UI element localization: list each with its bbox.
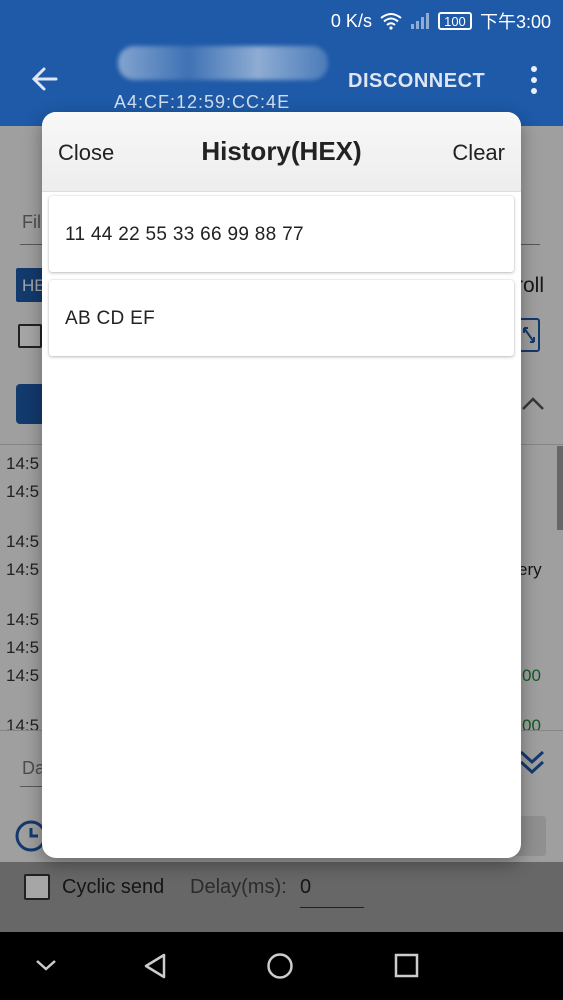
history-item[interactable]: 11 44 22 55 33 66 99 88 77	[49, 196, 514, 272]
history-list: 11 44 22 55 33 66 99 88 77 AB CD EF	[49, 196, 514, 364]
history-item[interactable]: AB CD EF	[49, 280, 514, 356]
more-vert-icon[interactable]	[529, 66, 539, 100]
nav-home-icon[interactable]	[266, 952, 294, 980]
hide-nav-chevron-icon[interactable]	[34, 956, 58, 974]
clear-button[interactable]: Clear	[452, 140, 505, 166]
device-address: A4:CF:12:59:CC:4E	[114, 92, 291, 112]
dialog-header: Close History(HEX) Clear	[42, 112, 521, 192]
history-item-text: AB CD EF	[65, 308, 156, 329]
delay-input[interactable]: 0	[300, 876, 364, 908]
cell-signal-icon	[410, 13, 429, 29]
status-icons: 0 K/s 100 下午3:00	[331, 8, 551, 34]
battery-icon: 100	[437, 12, 472, 30]
device-name-blurred	[118, 46, 328, 80]
nav-back-icon[interactable]	[142, 952, 170, 980]
system-nav-bar	[0, 932, 563, 1000]
history-dialog: Close History(HEX) Clear 11 44 22 55 33 …	[42, 112, 521, 858]
cyclic-send-label: Cyclic send	[62, 876, 165, 898]
back-arrow-icon[interactable]	[28, 62, 62, 96]
history-item-text: 11 44 22 55 33 66 99 88 77	[65, 224, 304, 245]
delay-label: Delay(ms):	[190, 876, 287, 898]
disconnect-button[interactable]: DISCONNECT	[348, 70, 485, 93]
nav-recents-icon[interactable]	[393, 952, 421, 980]
net-speed: 0 K/s	[330, 10, 372, 31]
close-button[interactable]: Close	[58, 140, 114, 166]
wifi-icon	[380, 13, 402, 30]
clock: 下午3:00	[479, 12, 551, 32]
cyclic-send-checkbox[interactable]	[24, 874, 50, 900]
status-bar: 0 K/s 100 下午3:00	[0, 0, 563, 40]
cyclic-send-row: Cyclic send Delay(ms): 0	[0, 862, 563, 912]
